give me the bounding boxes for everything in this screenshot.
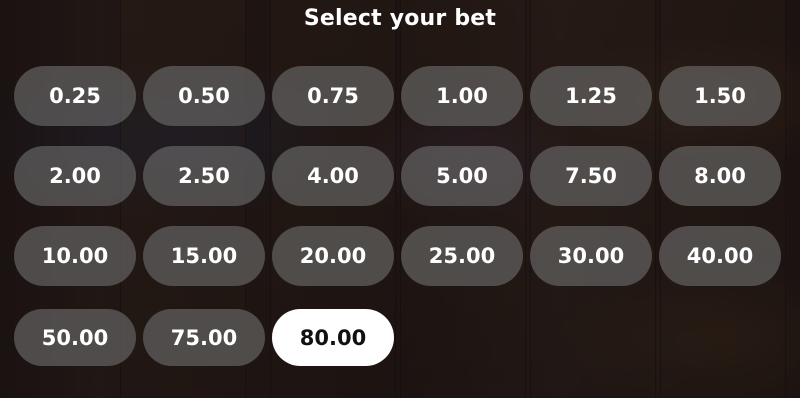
bet-option[interactable]: 10.00 bbox=[14, 226, 136, 286]
bet-option[interactable]: 4.00 bbox=[272, 146, 394, 206]
bet-option[interactable]: 50.00 bbox=[14, 309, 136, 366]
bet-selector-title: Select your bet bbox=[303, 6, 497, 31]
bet-option[interactable]: 15.00 bbox=[143, 226, 265, 286]
bet-option[interactable]: 0.75 bbox=[272, 66, 394, 126]
bet-option[interactable]: 25.00 bbox=[401, 226, 523, 286]
bet-option[interactable]: 1.50 bbox=[659, 66, 781, 126]
bet-option[interactable]: 1.25 bbox=[530, 66, 652, 126]
bet-option[interactable]: 2.50 bbox=[143, 146, 265, 206]
bet-option[interactable]: 75.00 bbox=[143, 309, 265, 366]
bet-option[interactable]: 5.00 bbox=[401, 146, 523, 206]
bet-option[interactable]: 7.50 bbox=[530, 146, 652, 206]
bet-option[interactable]: 8.00 bbox=[659, 146, 781, 206]
bet-option[interactable]: 2.00 bbox=[14, 146, 136, 206]
bet-option[interactable]: 0.25 bbox=[14, 66, 136, 126]
bet-option[interactable]: 40.00 bbox=[659, 226, 781, 286]
bet-options-grid: 0.25 0.50 0.75 1.00 1.25 1.50 2.00 2.50 … bbox=[14, 66, 781, 366]
bet-option[interactable]: 20.00 bbox=[272, 226, 394, 286]
bet-option[interactable]: 1.00 bbox=[401, 66, 523, 126]
bet-option[interactable]: 0.50 bbox=[143, 66, 265, 126]
bet-option-selected[interactable]: 80.00 bbox=[272, 309, 394, 366]
bet-option[interactable]: 30.00 bbox=[530, 226, 652, 286]
